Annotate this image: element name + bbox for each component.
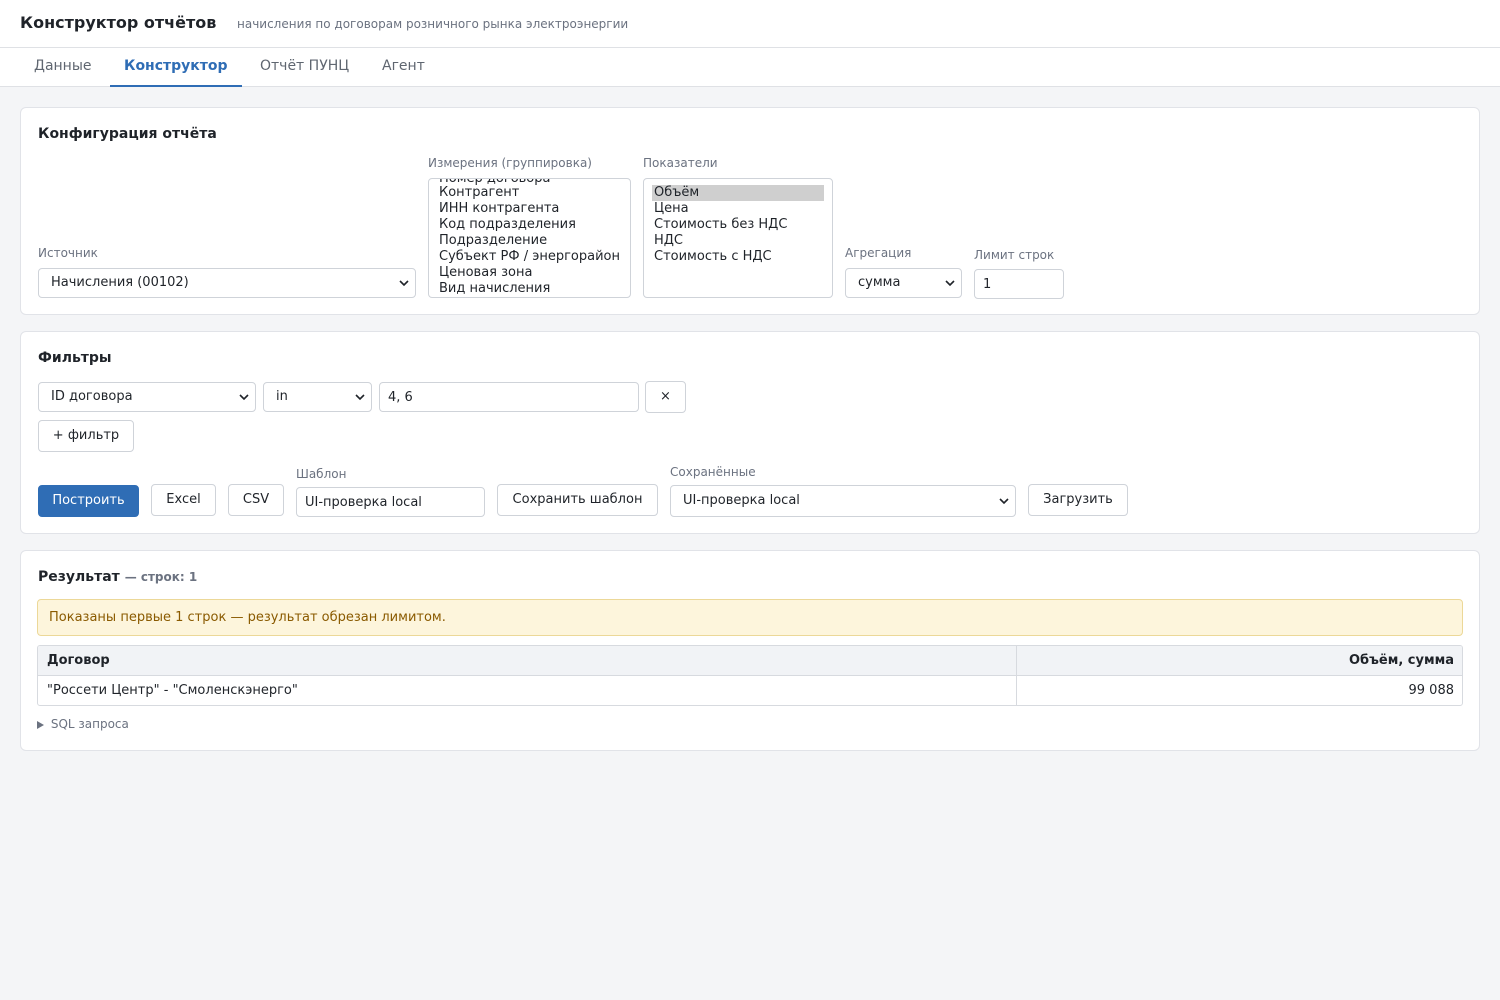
column-divider	[1016, 646, 1017, 705]
aggregation-select[interactable]: сумма	[845, 268, 962, 298]
chevron-down-icon	[999, 498, 1009, 505]
table-cell-contract: "Россети Центр" - "Смоленскэнерго"	[47, 683, 298, 698]
config-title: Конфигурация отчёта	[38, 126, 217, 142]
table-cell-volume: 99 088	[1408, 683, 1455, 698]
remove-filter-button[interactable]: ×	[645, 381, 686, 413]
dimensions-label: Измерения (группировка)	[428, 156, 592, 170]
chevron-down-icon	[945, 280, 955, 287]
add-filter-button[interactable]: + фильтр	[38, 420, 134, 452]
csv-button[interactable]: CSV	[228, 484, 284, 516]
filter-value-input[interactable]	[379, 382, 639, 412]
source-select[interactable]: Начисления (00102)	[38, 268, 416, 298]
dimension-option[interactable]: Контрагент	[439, 185, 519, 201]
aggregation-select-value: сумма	[858, 275, 901, 290]
metric-option-selected[interactable]: Объём	[652, 185, 824, 201]
chevron-down-icon	[239, 394, 249, 401]
saved-templates-value: UI-проверка local	[683, 493, 800, 508]
template-input[interactable]	[296, 487, 485, 517]
filter-operator-select[interactable]: in	[263, 382, 372, 412]
tab-data[interactable]: Данные	[20, 48, 106, 87]
sql-disclosure-label: SQL запроса	[50, 717, 129, 731]
tab-bar: Данные Конструктор Отчёт ПУНЦ Агент	[0, 48, 1500, 87]
result-card: Результат — строк: 1 Показаны первые 1 с…	[20, 550, 1480, 751]
tab-agent[interactable]: Агент	[368, 48, 439, 87]
top-bar: Конструктор отчётов начисления по догово…	[0, 0, 1500, 48]
template-label: Шаблон	[296, 467, 347, 481]
app-title: Конструктор отчётов	[20, 13, 217, 32]
filter-operator-value: in	[276, 389, 288, 404]
dimension-option[interactable]: Подразделение	[439, 233, 547, 249]
column-header-contract[interactable]: Договор	[38, 646, 1016, 676]
aggregation-label: Агрегация	[845, 246, 912, 260]
filters-card: Фильтры ID договора in × + фильтр Постро…	[20, 331, 1480, 534]
excel-button[interactable]: Excel	[151, 484, 216, 516]
dimension-option[interactable]: Ценовая зона	[439, 265, 532, 281]
limit-label: Лимит строк	[974, 248, 1055, 262]
result-table: Договор Объём, сумма "Россети Центр" - "…	[37, 645, 1463, 706]
filters-title: Фильтры	[38, 350, 112, 366]
build-button[interactable]: Построить	[38, 485, 139, 517]
saved-templates-select[interactable]: UI-проверка local	[670, 485, 1016, 517]
saved-label: Сохранённые	[670, 465, 756, 479]
tab-punc-report[interactable]: Отчёт ПУНЦ	[246, 48, 363, 87]
limit-notice: Показаны первые 1 строк — результат обре…	[37, 599, 1463, 636]
dimensions-listbox[interactable]: Номер договора Контрагент ИНН контрагент…	[428, 178, 631, 298]
save-template-button[interactable]: Сохранить шаблон	[497, 484, 658, 516]
metric-option[interactable]: Стоимость без НДС	[654, 217, 787, 233]
metric-option[interactable]: Цена	[654, 201, 689, 217]
result-row-count: — строк: 1	[124, 570, 198, 584]
result-title-text: Результат	[38, 569, 120, 585]
filter-field-value: ID договора	[51, 389, 133, 404]
dimension-option[interactable]: ИНН контрагента	[439, 201, 559, 217]
chevron-down-icon	[355, 394, 365, 401]
filter-field-select[interactable]: ID договора	[38, 382, 256, 412]
config-card: Конфигурация отчёта Источник Начисления …	[20, 107, 1480, 315]
metric-option[interactable]: Стоимость с НДС	[654, 249, 772, 265]
dimension-option[interactable]: Вид начисления	[439, 281, 550, 297]
load-button[interactable]: Загрузить	[1028, 484, 1128, 516]
chevron-down-icon	[399, 280, 409, 287]
app-subtitle: начисления по договорам розничного рынка…	[237, 17, 629, 31]
dimension-option[interactable]: Код подразделения	[439, 217, 576, 233]
tab-builder[interactable]: Конструктор	[110, 48, 242, 87]
metrics-listbox[interactable]: Объём Цена Стоимость без НДС НДС Стоимос…	[643, 178, 833, 298]
source-label: Источник	[38, 246, 98, 260]
column-header-volume[interactable]: Объём, сумма	[1016, 646, 1462, 676]
result-title: Результат — строк: 1	[38, 569, 197, 585]
sql-disclosure[interactable]: SQL запроса	[37, 717, 129, 731]
dimension-option[interactable]: Субъект РФ / энергорайон	[439, 249, 620, 265]
metric-option[interactable]: НДС	[654, 233, 683, 249]
metrics-label: Показатели	[643, 156, 718, 170]
limit-input[interactable]	[974, 269, 1064, 299]
source-select-value: Начисления (00102)	[51, 275, 189, 290]
triangle-right-icon	[37, 721, 44, 729]
